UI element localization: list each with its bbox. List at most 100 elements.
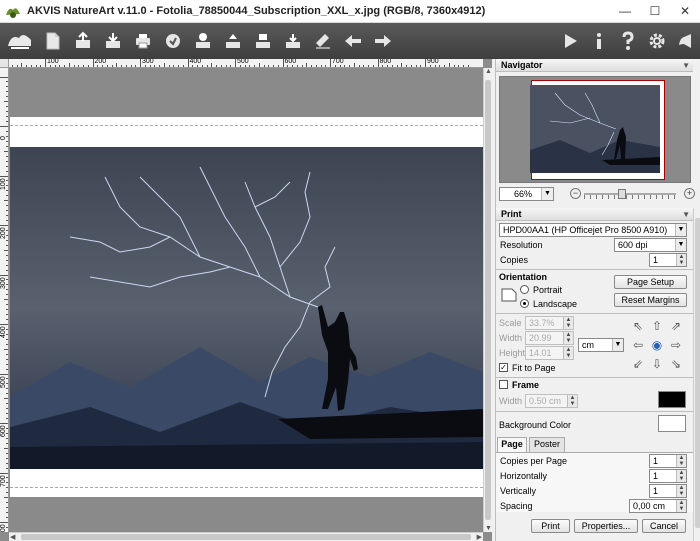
resolution-select[interactable]: 600 dpi ▼: [614, 238, 687, 252]
ruler-tick: [6, 507, 8, 509]
news-icon[interactable]: [671, 26, 700, 56]
horizontal-scroll-thumb[interactable]: [21, 534, 471, 540]
printer-select[interactable]: HPD00AA1 (HP Officejet Pro 8500 A910) ▼: [499, 223, 687, 237]
spinner-arrows-icon[interactable]: ▲ ▼: [676, 254, 686, 266]
chevron-down-icon[interactable]: ▼: [675, 224, 686, 236]
copy-icon[interactable]: [278, 26, 308, 56]
chevron-down-icon[interactable]: ▼: [612, 339, 623, 351]
zoom-slider[interactable]: [584, 189, 676, 199]
info-icon[interactable]: [584, 26, 613, 56]
save-icon[interactable]: [68, 26, 98, 56]
align-top-left-icon[interactable]: ⇖: [631, 319, 645, 333]
batch-icon[interactable]: [98, 26, 128, 56]
height-value: 14.01: [529, 348, 552, 358]
landscape-radio[interactable]: [520, 299, 529, 308]
print-header[interactable]: Print ▼: [496, 208, 693, 221]
portrait-radio[interactable]: [520, 285, 529, 294]
zoom-in-icon[interactable]: +: [684, 188, 695, 199]
canvas-horizontal-scrollbar[interactable]: ◀ ▶: [9, 532, 483, 541]
align-bottom-right-icon[interactable]: ⇘: [669, 357, 683, 371]
align-top-icon[interactable]: ⇧: [650, 319, 664, 333]
spinner-arrows-icon[interactable]: ▲ ▼: [563, 347, 573, 359]
width-spinner[interactable]: 20.99 ▲ ▼: [525, 331, 574, 345]
spinner-arrows-icon[interactable]: ▲ ▼: [676, 500, 686, 512]
redo-arrow-icon[interactable]: [368, 26, 398, 56]
page-setup-button[interactable]: Page Setup: [614, 275, 687, 289]
scroll-up-icon[interactable]: ▲: [485, 68, 492, 75]
unit-select[interactable]: cm ▼: [578, 338, 624, 352]
chevron-down-icon[interactable]: ▼: [541, 188, 553, 200]
spinner-arrows-icon[interactable]: ▲ ▼: [563, 332, 573, 344]
frame-color-swatch[interactable]: [658, 391, 686, 408]
ruler-tick: [258, 63, 260, 67]
tab-poster[interactable]: Poster: [529, 437, 565, 452]
open-icon[interactable]: [38, 26, 68, 56]
align-right-icon[interactable]: ⇨: [669, 338, 683, 352]
run-icon[interactable]: [555, 26, 584, 56]
align-top-right-icon[interactable]: ⇗: [669, 319, 683, 333]
print-icon[interactable]: [128, 26, 158, 56]
ruler-tick: [73, 65, 75, 67]
align-bottom-icon[interactable]: ⇩: [650, 357, 664, 371]
paste-icon[interactable]: [248, 26, 278, 56]
spinner-arrows-icon[interactable]: ▲ ▼: [676, 470, 686, 482]
ruler-label: 100: [47, 59, 59, 65]
export-icon[interactable]: [218, 26, 248, 56]
spinner-arrows-icon[interactable]: ▲ ▼: [676, 485, 686, 497]
scale-spinner[interactable]: 33.7% ▲ ▼: [525, 316, 574, 330]
collapse-icon[interactable]: ▼: [682, 59, 690, 72]
align-center-icon[interactable]: ◉: [650, 338, 664, 352]
spinner-arrows-icon[interactable]: ▲ ▼: [676, 455, 686, 467]
copies-per-page-spinner[interactable]: 1 ▲ ▼: [649, 454, 687, 468]
ruler-tick: [6, 160, 8, 162]
share-icon[interactable]: [158, 26, 188, 56]
collapse-icon[interactable]: ▼: [682, 208, 690, 221]
align-bottom-left-icon[interactable]: ⇙: [631, 357, 645, 371]
horizontally-spinner[interactable]: 1 ▲ ▼: [649, 469, 687, 483]
navigator-header[interactable]: Navigator ▼: [496, 59, 693, 72]
ruler-tick: [6, 363, 8, 365]
settings-icon[interactable]: [642, 26, 671, 56]
alignment-grid: ⇖ ⇧ ⇗ ⇦ ◉ ⇨ ⇙ ⇩ ⇘: [629, 317, 685, 373]
chevron-down-icon[interactable]: ▼: [675, 239, 686, 251]
zoom-select[interactable]: 66% ▼: [499, 187, 554, 201]
spinner-arrows-icon[interactable]: ▲ ▼: [563, 317, 573, 329]
spacing-spinner[interactable]: 0,00 cm ▲ ▼: [629, 499, 687, 513]
print-preview[interactable]: [10, 69, 483, 533]
background-color-swatch[interactable]: [658, 415, 686, 432]
ruler-tick: [211, 63, 213, 67]
minimize-button[interactable]: —: [610, 0, 640, 22]
height-spinner[interactable]: 14.01 ▲ ▼: [525, 346, 574, 360]
frame-width-spinner[interactable]: 0.50 cm ▲ ▼: [525, 394, 578, 408]
spinner-arrows-icon[interactable]: ▲ ▼: [567, 395, 577, 407]
frame-checkbox[interactable]: [499, 380, 508, 389]
zoom-out-icon[interactable]: −: [570, 188, 581, 199]
print-button[interactable]: Print: [531, 519, 570, 533]
scroll-left-icon[interactable]: ◀: [10, 533, 15, 541]
scroll-right-icon[interactable]: ▶: [477, 533, 482, 541]
align-left-icon[interactable]: ⇦: [631, 338, 645, 352]
vertically-spinner[interactable]: 1 ▲ ▼: [649, 484, 687, 498]
ruler-label: 0: [0, 136, 7, 140]
zoom-slider-knob[interactable]: [618, 189, 626, 199]
undo-arrow-icon[interactable]: [338, 26, 368, 56]
ruler-tick: [6, 116, 8, 118]
copies-spinner[interactable]: 1 ▲ ▼: [649, 253, 687, 267]
panel-scroll-thumb[interactable]: [695, 218, 700, 528]
vertical-scroll-thumb[interactable]: [485, 80, 491, 520]
scroll-down-icon[interactable]: ▼: [485, 525, 492, 532]
brush-settings-icon[interactable]: [308, 26, 338, 56]
canvas-vertical-scrollbar[interactable]: ▲ ▼: [483, 68, 492, 532]
maximize-button[interactable]: ☐: [640, 0, 670, 22]
tab-page[interactable]: Page: [497, 437, 527, 453]
help-icon[interactable]: [613, 26, 642, 56]
properties-button[interactable]: Properties...: [574, 519, 638, 533]
reset-margins-button[interactable]: Reset Margins: [614, 293, 687, 307]
navigator-view[interactable]: [499, 76, 691, 183]
ruler-tick: [197, 65, 198, 67]
cancel-button[interactable]: Cancel: [642, 519, 686, 533]
fit-to-page-checkbox[interactable]: ✓: [499, 363, 508, 372]
import-icon[interactable]: [188, 26, 218, 56]
panel-scrollbar[interactable]: [693, 208, 700, 541]
close-button[interactable]: ✕: [670, 0, 700, 22]
